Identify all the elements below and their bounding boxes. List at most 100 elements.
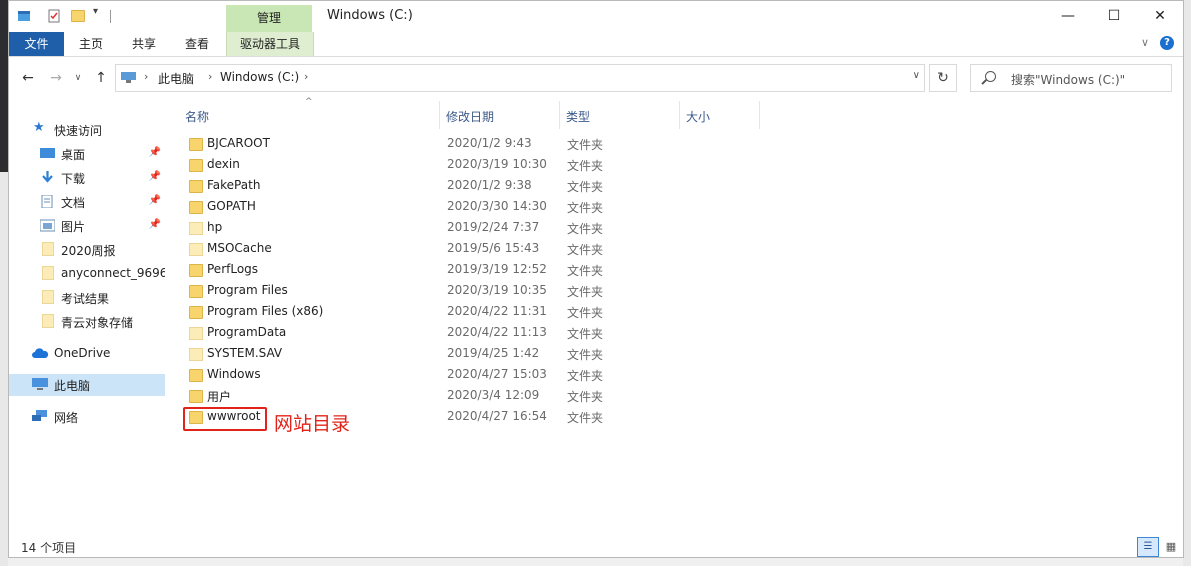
file-name[interactable]: FakePath: [207, 178, 260, 192]
table-row[interactable]: wwwroot 2020/4/27 16:54 文件夹: [179, 407, 779, 428]
sidebar-item-this-pc[interactable]: 此电脑: [9, 374, 165, 396]
sidebar-item-onedrive[interactable]: OneDrive: [9, 343, 165, 365]
sidebar-item-desktop[interactable]: 桌面 📌: [9, 143, 165, 165]
tab-file[interactable]: 文件: [9, 32, 64, 56]
column-header-type[interactable]: 类型: [566, 108, 590, 125]
pin-icon[interactable]: 📌: [149, 219, 161, 230]
tab-home[interactable]: 主页: [71, 32, 111, 56]
sidebar-item-folder[interactable]: 青云对象存储: [9, 311, 165, 333]
new-folder-icon[interactable]: [71, 10, 85, 22]
sidebar-item-folder[interactable]: anyconnect_96968: [9, 263, 165, 285]
column-divider[interactable]: [439, 101, 440, 129]
star-icon: ★: [33, 120, 45, 135]
sidebar-item-quick-access[interactable]: ★ 快速访问: [9, 119, 165, 141]
file-type: 文件夹: [567, 180, 604, 194]
address-bar[interactable]: › 此电脑 › Windows (C:) › ∨: [115, 64, 925, 92]
picture-icon: [40, 219, 55, 232]
sidebar-item-network[interactable]: 网络: [9, 406, 165, 428]
pin-icon[interactable]: 📌: [149, 171, 161, 182]
table-row[interactable]: Program Files 2020/3/19 10:35 文件夹: [179, 281, 779, 302]
table-row[interactable]: dexin 2020/3/19 10:30 文件夹: [179, 155, 779, 176]
file-name[interactable]: GOPATH: [207, 199, 256, 213]
table-row[interactable]: MSOCache 2019/5/6 15:43 文件夹: [179, 239, 779, 260]
properties-icon[interactable]: [47, 9, 61, 23]
column-header-date[interactable]: 修改日期: [446, 108, 494, 125]
recent-locations-button[interactable]: ∨: [67, 67, 89, 89]
table-row[interactable]: ProgramData 2020/4/22 11:13 文件夹: [179, 323, 779, 344]
file-name[interactable]: SYSTEM.SAV: [207, 346, 282, 360]
sidebar-item-documents[interactable]: 文档 📌: [9, 191, 165, 213]
table-row[interactable]: 用户 2020/3/4 12:09 文件夹: [179, 386, 779, 407]
column-divider[interactable]: [679, 101, 680, 129]
table-row[interactable]: hp 2019/2/24 7:37 文件夹: [179, 218, 779, 239]
chevron-right-icon[interactable]: ›: [144, 70, 148, 83]
folder-icon: [189, 348, 203, 361]
file-name[interactable]: Windows: [207, 367, 261, 381]
file-name[interactable]: ProgramData: [207, 325, 286, 339]
file-type: 文件夹: [567, 369, 604, 383]
pin-icon[interactable]: 📌: [149, 147, 161, 158]
file-type: 文件夹: [567, 306, 604, 320]
folder-icon: [189, 222, 203, 235]
title-bar: ▾ 管理 Windows (C:) — ☐ ✕: [9, 1, 1183, 32]
tab-share[interactable]: 共享: [124, 32, 164, 56]
table-row[interactable]: BJCAROOT 2020/1/2 9:43 文件夹: [179, 134, 779, 155]
file-name[interactable]: PerfLogs: [207, 262, 258, 276]
file-type: 文件夹: [567, 390, 604, 404]
tab-drive-tools[interactable]: 驱动器工具: [226, 32, 314, 56]
pin-icon[interactable]: 📌: [149, 195, 161, 206]
table-row[interactable]: Program Files (x86) 2020/4/22 11:31 文件夹: [179, 302, 779, 323]
this-pc-icon: [121, 72, 136, 83]
table-row[interactable]: SYSTEM.SAV 2019/4/25 1:42 文件夹: [179, 344, 779, 365]
file-name[interactable]: BJCAROOT: [207, 136, 270, 150]
table-row[interactable]: FakePath 2020/1/2 9:38 文件夹: [179, 176, 779, 197]
explorer-app-icon: [18, 11, 30, 21]
table-row[interactable]: GOPATH 2020/3/30 14:30 文件夹: [179, 197, 779, 218]
refresh-button[interactable]: ↻: [929, 64, 957, 92]
sidebar-item-folder[interactable]: 考试结果: [9, 287, 165, 309]
divider: [110, 10, 111, 23]
tab-view[interactable]: 查看: [177, 32, 217, 56]
help-icon[interactable]: ?: [1160, 36, 1174, 50]
column-header-size[interactable]: 大小: [686, 108, 710, 125]
maximize-button[interactable]: ☐: [1091, 1, 1137, 32]
chevron-right-icon[interactable]: ›: [208, 70, 212, 83]
details-view-button[interactable]: ☰: [1137, 537, 1159, 557]
minimize-button[interactable]: —: [1045, 1, 1091, 32]
file-date: 2020/3/4 12:09: [447, 388, 540, 402]
file-name[interactable]: Program Files (x86): [207, 304, 323, 318]
chevron-down-icon[interactable]: ∨: [913, 70, 920, 81]
file-name[interactable]: 用户: [207, 388, 231, 405]
forward-button[interactable]: →: [45, 67, 67, 89]
breadcrumb-this-pc[interactable]: 此电脑: [158, 70, 194, 87]
highlight-box: [183, 407, 267, 431]
cloud-icon: [32, 348, 49, 358]
column-divider[interactable]: [759, 101, 760, 129]
file-name[interactable]: dexin: [207, 157, 240, 171]
file-name[interactable]: Program Files: [207, 283, 288, 297]
column-header-name[interactable]: 名称: [185, 108, 209, 125]
large-icons-view-button[interactable]: ▦: [1161, 537, 1181, 557]
sidebar-item-label: OneDrive: [54, 346, 111, 360]
search-input[interactable]: 搜索"Windows (C:)": [970, 64, 1172, 92]
file-type: 文件夹: [567, 264, 604, 278]
column-divider[interactable]: [559, 101, 560, 129]
file-type: 文件夹: [567, 411, 604, 425]
chevron-right-icon[interactable]: ›: [304, 70, 308, 83]
table-row[interactable]: PerfLogs 2019/3/19 12:52 文件夹: [179, 260, 779, 281]
close-button[interactable]: ✕: [1137, 1, 1183, 32]
file-explorer-window: ▾ 管理 Windows (C:) — ☐ ✕ 文件 主页 共享 查看 驱动器工…: [8, 0, 1184, 558]
sidebar-item-pictures[interactable]: 图片 📌: [9, 215, 165, 237]
file-name[interactable]: hp: [207, 220, 222, 234]
file-date: 2020/3/19 10:30: [447, 157, 547, 171]
sidebar-item-label: 快速访问: [54, 124, 103, 138]
table-row[interactable]: Windows 2020/4/27 15:03 文件夹: [179, 365, 779, 386]
back-button[interactable]: ←: [17, 67, 39, 89]
customize-toolbar-icon[interactable]: ▾: [93, 6, 98, 17]
sidebar-item-downloads[interactable]: 下载 📌: [9, 167, 165, 189]
file-name[interactable]: MSOCache: [207, 241, 272, 255]
sidebar-item-folder[interactable]: 2020周报: [9, 239, 165, 261]
up-button[interactable]: ↑: [90, 67, 112, 89]
expand-ribbon-icon[interactable]: ∨: [1141, 36, 1149, 49]
breadcrumb-drive[interactable]: Windows (C:): [220, 70, 299, 84]
